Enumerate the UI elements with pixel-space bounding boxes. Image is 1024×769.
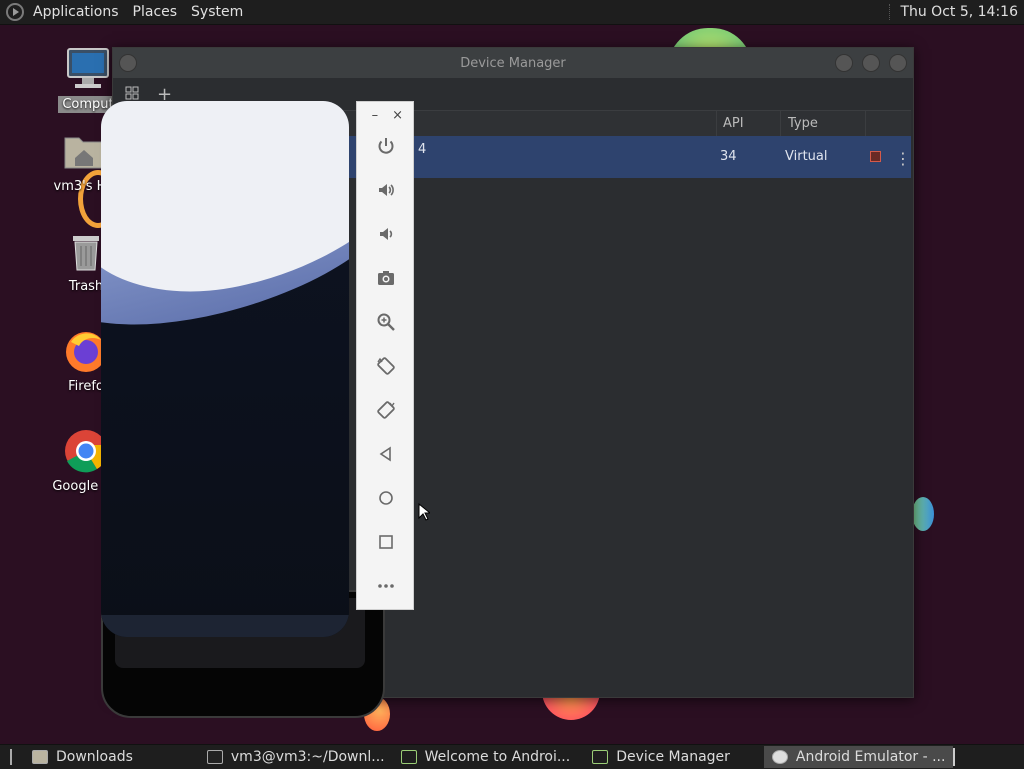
home-icon[interactable] xyxy=(374,486,398,510)
emulator-close-button[interactable]: × xyxy=(392,108,403,123)
column-separator xyxy=(865,111,866,136)
taskbar-item-label: Welcome to Androi... xyxy=(424,749,571,765)
minimize-button[interactable] xyxy=(835,54,853,72)
workspace-switcher[interactable] xyxy=(953,748,956,766)
overview-icon[interactable] xyxy=(374,530,398,554)
taskbar-item-android-studio-welcome[interactable]: Welcome to Androi... xyxy=(393,746,579,768)
camera-icon[interactable] xyxy=(374,266,398,290)
panel-separator xyxy=(889,4,894,20)
taskbar-item-device-manager[interactable]: Device Manager xyxy=(584,746,738,768)
folder-icon xyxy=(32,750,48,764)
zoom-icon[interactable] xyxy=(374,310,398,334)
rotate-right-icon[interactable] xyxy=(374,398,398,422)
taskbar-item-label: Android Emulator - ... xyxy=(795,749,946,765)
screen-bottom-strip xyxy=(101,615,349,637)
emulator-window-controls: – × xyxy=(357,102,413,128)
android-studio-icon xyxy=(592,750,609,764)
rotate-left-icon[interactable] xyxy=(374,354,398,378)
device-type: Virtual xyxy=(785,149,828,164)
menu-places[interactable]: Places xyxy=(126,4,185,20)
device-name-fragment: 4 xyxy=(418,142,427,157)
volume-down-icon[interactable] xyxy=(374,222,398,246)
taskbar-item-terminal[interactable]: vm3@vm3:~/Downl... xyxy=(199,746,393,768)
terminal-icon xyxy=(206,750,223,764)
more-actions-icon[interactable]: ⋮ xyxy=(895,149,911,168)
taskbar: Downloads vm3@vm3:~/Downl... Welcome to … xyxy=(0,744,1024,769)
close-button[interactable] xyxy=(889,54,907,72)
emulator-minimize-button[interactable]: – xyxy=(372,108,379,123)
column-header-type[interactable]: Type xyxy=(788,116,818,131)
volume-up-icon[interactable] xyxy=(374,178,398,202)
menu-logo-icon[interactable] xyxy=(6,3,24,21)
more-icon[interactable] xyxy=(374,574,398,598)
show-desktop-icon[interactable] xyxy=(10,749,12,765)
emulator-screen[interactable] xyxy=(101,101,349,637)
back-icon[interactable] xyxy=(374,442,398,466)
android-studio-icon xyxy=(400,750,417,764)
wallpaper-bubble xyxy=(912,497,934,531)
taskbar-item-label: vm3@vm3:~/Downl... xyxy=(230,749,385,765)
device-api: 34 xyxy=(720,149,737,164)
emulator-icon xyxy=(771,750,788,764)
emulator-controls-panel: – × xyxy=(356,101,414,610)
power-icon[interactable] xyxy=(374,134,398,158)
taskbar-item-label: Device Manager xyxy=(616,749,730,765)
menu-applications[interactable]: Applications xyxy=(26,4,126,20)
column-header-api[interactable]: API xyxy=(723,116,744,131)
window-menu-button[interactable] xyxy=(119,54,137,72)
maximize-button[interactable] xyxy=(862,54,880,72)
taskbar-item-downloads[interactable]: Downloads xyxy=(24,746,141,768)
top-panel: Applications Places System Thu Oct 5, 14… xyxy=(0,0,1024,25)
taskbar-item-android-emulator[interactable]: Android Emulator - ... xyxy=(763,746,954,768)
clock[interactable]: Thu Oct 5, 14:16 xyxy=(900,4,1024,20)
mouse-cursor-icon xyxy=(418,502,432,525)
menu-system[interactable]: System xyxy=(184,4,250,20)
device-manager-titlebar[interactable]: Device Manager xyxy=(113,48,913,78)
column-separator xyxy=(780,111,781,136)
column-separator xyxy=(716,111,717,136)
computer-icon xyxy=(65,46,111,92)
taskbar-item-label: Downloads xyxy=(56,749,133,765)
window-title: Device Manager xyxy=(460,55,566,71)
stop-device-button[interactable] xyxy=(870,151,881,162)
